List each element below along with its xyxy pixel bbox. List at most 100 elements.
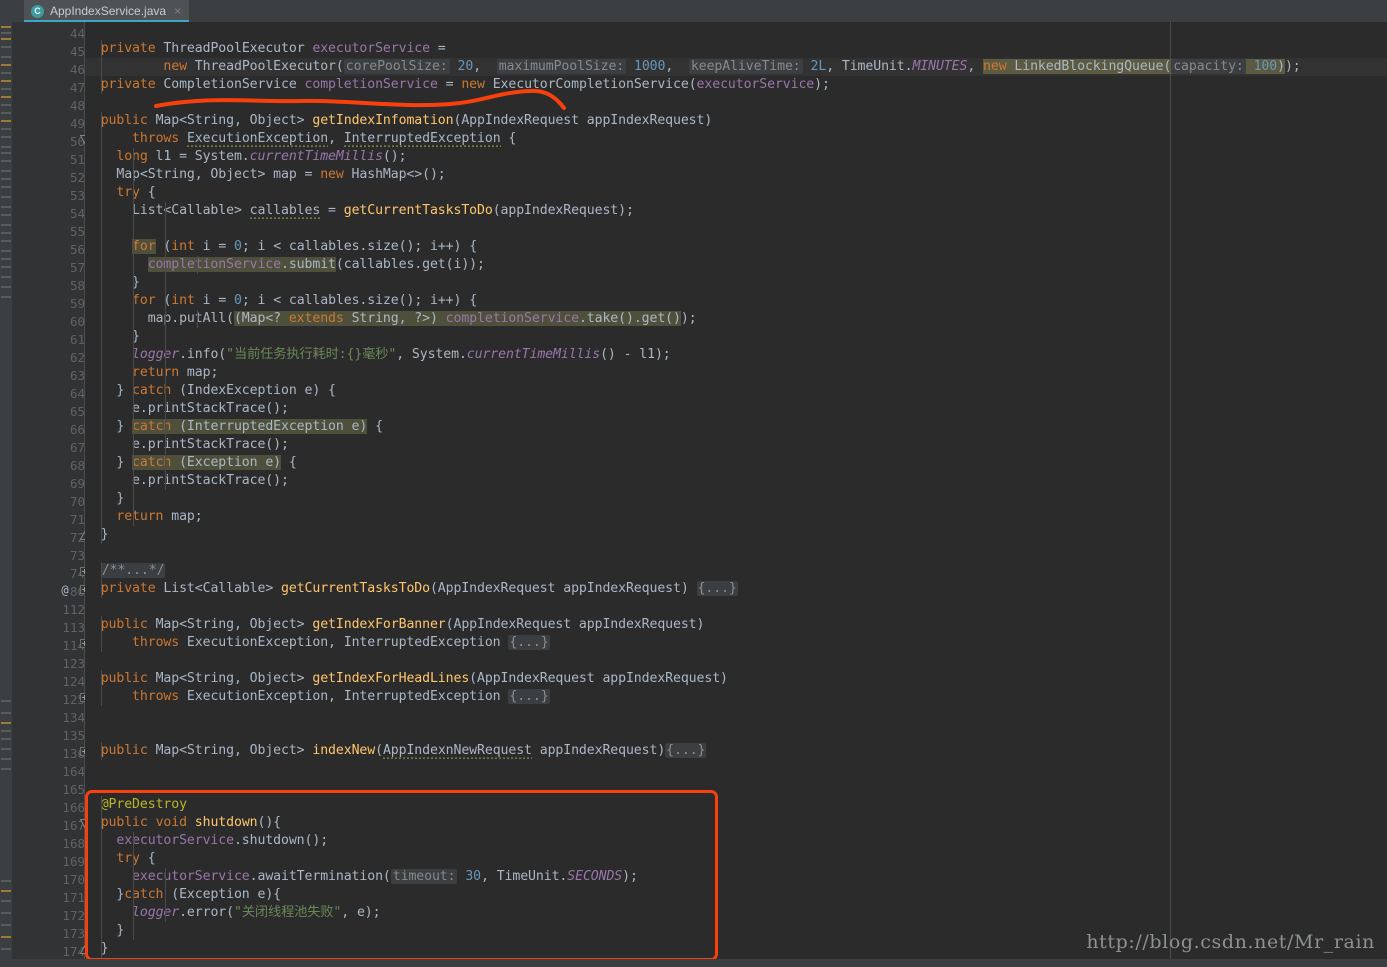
code-line[interactable]: /**...*/	[85, 562, 166, 580]
code-line[interactable]: } catch (InterruptedException e) {	[85, 418, 383, 436]
line-number: 169	[62, 854, 85, 869]
line-number: 48	[69, 98, 85, 113]
code-line[interactable]: logger.error("关闭线程池失败", e);	[85, 904, 381, 922]
code-line[interactable]: new ThreadPoolExecutor(corePoolSize: 20,…	[85, 58, 1301, 76]
code-line[interactable]: throws ExecutionException, InterruptedEx…	[85, 688, 550, 706]
code-line[interactable]: }	[85, 490, 124, 508]
code-line[interactable]: throws ExecutionException, InterruptedEx…	[85, 634, 550, 652]
structure-marker	[1, 224, 11, 226]
code-line[interactable]: Map<String, Object> map = new HashMap<>(…	[85, 166, 445, 184]
structure-strip[interactable]	[0, 0, 12, 967]
code-line[interactable]: executorService.shutdown();	[85, 832, 328, 850]
code-line[interactable]: public Map<String, Object> indexNew(AppI…	[85, 742, 707, 760]
line-number: 80	[69, 584, 85, 599]
structure-marker	[1, 32, 11, 34]
line-number: 70	[69, 494, 85, 509]
code-editor[interactable]: private ThreadPoolExecutor executorServi…	[85, 22, 1387, 967]
line-number: 50	[69, 134, 85, 149]
code-line[interactable]: completionService.submit(callables.get(i…	[85, 256, 485, 274]
indent-guide	[197, 256, 198, 274]
line-number: 46	[69, 62, 85, 77]
code-line[interactable]: public void shutdown(){	[85, 814, 281, 832]
line-number: 172	[62, 908, 85, 923]
indent-guide	[197, 310, 198, 328]
line-number: 64	[69, 386, 85, 401]
line-number: 165	[62, 782, 85, 797]
code-line[interactable]: public Map<String, Object> getIndexForBa…	[85, 616, 705, 634]
line-number: 57	[69, 260, 85, 275]
structure-marker	[1, 38, 11, 40]
annotation-gutter-marker[interactable]: @	[58, 583, 72, 597]
code-line[interactable]: }	[85, 526, 109, 544]
line-number: 63	[69, 368, 85, 383]
line-number: 170	[62, 872, 85, 887]
structure-marker	[1, 890, 11, 892]
indent-guide	[101, 616, 102, 652]
line-number: 168	[62, 836, 85, 851]
line-number: 54	[69, 206, 85, 221]
code-line[interactable]: logger.info("当前任务执行耗时:{}毫秒", System.curr…	[85, 346, 671, 364]
code-line[interactable]: e.printStackTrace();	[85, 400, 289, 418]
code-line[interactable]: }	[85, 274, 140, 292]
code-line[interactable]: }	[85, 922, 124, 940]
line-number: 59	[69, 296, 85, 311]
code-line[interactable]: public Map<String, Object> getIndexForHe…	[85, 670, 728, 688]
code-line[interactable]: e.printStackTrace();	[85, 472, 289, 490]
line-number: 112	[62, 602, 85, 617]
code-line[interactable]: } catch (Exception e) {	[85, 454, 297, 472]
code-line[interactable]: private List<Callable> getCurrentTasksTo…	[85, 580, 738, 598]
editor-tab-bar: C AppIndexService.java ×	[12, 0, 1387, 22]
structure-marker	[1, 258, 11, 260]
code-line[interactable]: for (int i = 0; i < callables.size(); i+…	[85, 238, 477, 256]
structure-marker	[1, 136, 11, 138]
code-line[interactable]: return map;	[85, 364, 218, 382]
structure-marker	[1, 160, 11, 162]
structure-marker	[1, 758, 11, 760]
code-line[interactable]: throws ExecutionException, InterruptedEx…	[85, 130, 516, 148]
code-line[interactable]: try {	[85, 184, 155, 202]
structure-marker	[1, 768, 11, 770]
indent-guide	[101, 112, 102, 544]
code-line[interactable]: private CompletionService completionServ…	[85, 76, 830, 94]
code-line[interactable]: }catch (Exception e){	[85, 886, 281, 904]
line-number: 60	[69, 314, 85, 329]
code-line[interactable]: map.putAll((Map<? extends String, ?>) co…	[85, 310, 697, 328]
structure-marker	[1, 712, 11, 714]
line-number: 61	[69, 332, 85, 347]
structure-marker	[1, 722, 11, 724]
line-number: 67	[69, 440, 85, 455]
structure-marker	[1, 250, 11, 252]
code-line[interactable]: for (int i = 0; i < callables.size(); i+…	[85, 292, 477, 310]
code-line[interactable]: public Map<String, Object> getIndexInfom…	[85, 112, 713, 130]
editor-gutter[interactable]: 44 45 46 47 48 49 50 51 52 53 54 55 56 57 58 59 60 61 62 63…	[12, 22, 111, 967]
line-number: 66	[69, 422, 85, 437]
structure-marker	[1, 912, 11, 914]
line-number: 52	[69, 170, 85, 185]
indent-guide	[101, 796, 102, 958]
line-number: 114	[62, 638, 85, 653]
line-number: 164	[62, 764, 85, 779]
line-number: 173	[62, 926, 85, 941]
code-line[interactable]: } catch (IndexException e) {	[85, 382, 336, 400]
code-line[interactable]: private ThreadPoolExecutor executorServi…	[85, 40, 446, 58]
code-line[interactable]: }	[85, 940, 109, 958]
line-number: 69	[69, 476, 85, 491]
line-number: 53	[69, 188, 85, 203]
line-number: 55	[69, 224, 85, 239]
code-line[interactable]: }	[85, 328, 140, 346]
close-icon[interactable]: ×	[174, 4, 181, 18]
code-line[interactable]: try {	[85, 850, 155, 868]
code-line[interactable]: List<Callable> callables = getCurrentTas…	[85, 202, 634, 220]
code-line[interactable]: return map;	[85, 508, 202, 526]
java-class-icon: C	[31, 4, 44, 18]
structure-marker	[1, 296, 11, 298]
code-line[interactable]: e.printStackTrace();	[85, 436, 289, 454]
line-number: 65	[69, 404, 85, 419]
code-line[interactable]: executorService.awaitTermination(timeout…	[85, 868, 638, 886]
indent-guide	[101, 742, 102, 760]
structure-marker	[1, 88, 11, 90]
indent-guide	[165, 202, 166, 490]
line-number: 62	[69, 350, 85, 365]
line-number: 44	[69, 26, 85, 41]
editor-tab-appindexservice[interactable]: C AppIndexService.java ×	[24, 0, 190, 22]
